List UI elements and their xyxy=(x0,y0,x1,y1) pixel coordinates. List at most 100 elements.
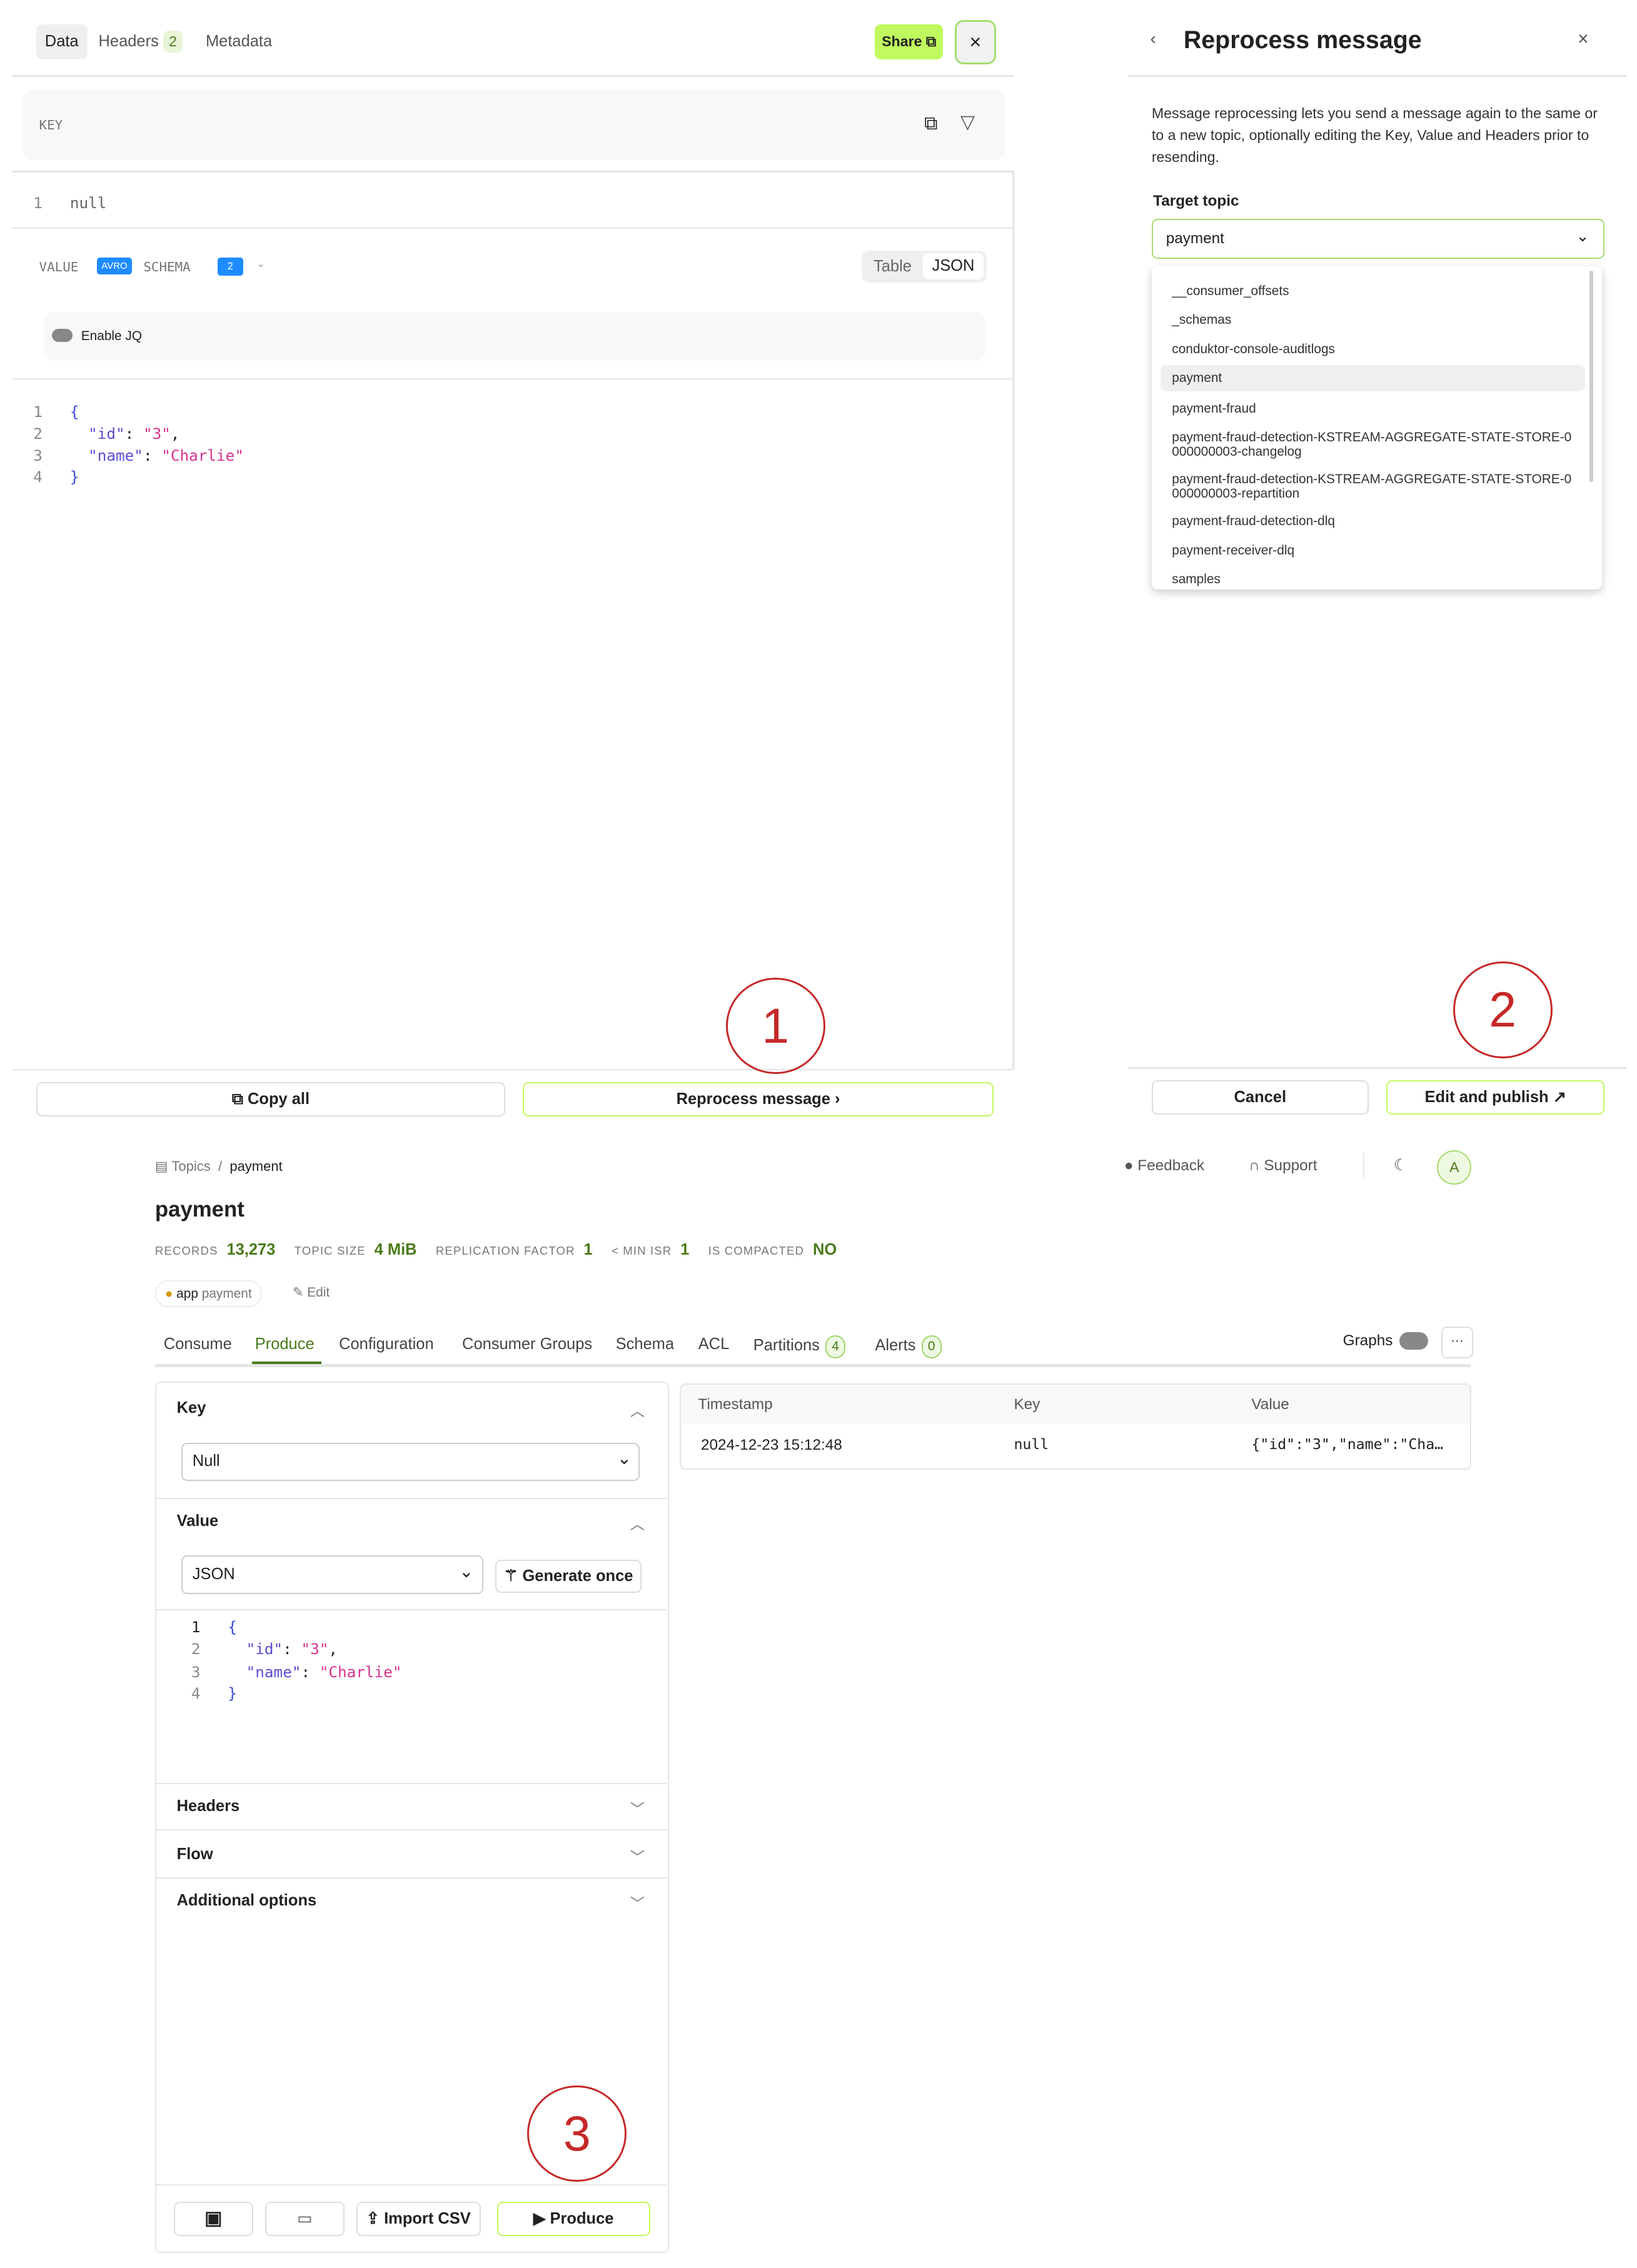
more-button[interactable]: ··· xyxy=(1441,1327,1473,1358)
tab-partitions[interactable]: Partitions 4 xyxy=(753,1335,845,1358)
produce-button[interactable]: ▶ Produce xyxy=(496,2201,650,2236)
key-header: KEY ⧉ ▽ xyxy=(23,89,1005,159)
tab-consume[interactable]: Consume xyxy=(164,1335,232,1353)
breadcrumb: ▤ Topics / payment xyxy=(154,1158,283,1175)
topic-option[interactable]: payment-fraud-detection-KSTREAM-AGGREGAT… xyxy=(1161,427,1585,462)
dark-mode-icon[interactable]: ☾ xyxy=(1394,1156,1408,1175)
share-button[interactable]: Share ⧉ xyxy=(875,24,944,59)
annotation-2: 2 xyxy=(1453,961,1553,1058)
chevron-down-icon: ⌄ xyxy=(617,1448,632,1468)
headers-section-header[interactable]: Headers xyxy=(177,1797,240,1815)
tab-acl[interactable]: ACL xyxy=(698,1335,730,1353)
toggle-json[interactable]: JSON xyxy=(922,253,984,280)
feedback-link[interactable]: ● Feedback xyxy=(1124,1157,1204,1175)
key-label: KEY xyxy=(39,117,63,133)
chat-icon: ● xyxy=(1124,1157,1134,1175)
chevron-down-icon[interactable]: ﹀ xyxy=(630,1892,645,1913)
jq-label: Enable JQ xyxy=(81,328,143,343)
topic-option[interactable]: payment-fraud-detection-KSTREAM-AGGREGAT… xyxy=(1161,469,1585,504)
edit-and-publish-button[interactable]: Edit and publish ↗ xyxy=(1386,1080,1605,1115)
import-csv-button[interactable]: ⇪ Import CSV xyxy=(356,2201,481,2236)
copy-all-button[interactable]: ⧉ Copy all xyxy=(36,1081,505,1116)
breadcrumb-current: payment xyxy=(229,1158,283,1175)
filter-icon[interactable]: ▽ xyxy=(960,111,975,133)
schema-label: SCHEMA xyxy=(143,259,191,274)
cancel-button[interactable]: Cancel xyxy=(1151,1080,1369,1115)
back-icon[interactable]: ‹ xyxy=(1151,29,1156,49)
close-button[interactable]: × xyxy=(954,20,996,65)
produce-form xyxy=(154,1382,669,2254)
tab-consumer-groups[interactable]: Consumer Groups xyxy=(462,1335,592,1353)
table-header: Timestamp Key Value xyxy=(680,1384,1471,1424)
toggle-table[interactable]: Table xyxy=(874,258,912,276)
tab-metadata[interactable]: Metadata xyxy=(197,24,281,59)
chevron-up-icon[interactable]: ︿ xyxy=(630,1399,645,1420)
templates-button[interactable]: ▭ xyxy=(264,2201,345,2236)
edit-labels-button[interactable]: ✎ Edit xyxy=(293,1285,330,1300)
graphs-toggle[interactable] xyxy=(1399,1332,1429,1350)
key-value: null xyxy=(69,194,107,213)
topic-dropdown: __consumer_offsets _schemas conduktor-co… xyxy=(1151,266,1603,590)
target-topic-label: Target topic xyxy=(1153,193,1239,210)
upload-icon: ⇪ xyxy=(366,2209,380,2227)
magic-wand-icon: ⚚ xyxy=(503,1567,518,1585)
save-button[interactable]: ▣ xyxy=(174,2201,253,2236)
value-section-header[interactable]: Value xyxy=(177,1512,219,1530)
key-type-select[interactable]: Null ⌄ xyxy=(181,1442,640,1482)
avro-badge: AVRO xyxy=(97,258,132,274)
topic-stats: RECORDS 13,273 TOPIC SIZE 4 MiB REPLICATIO… xyxy=(154,1241,837,1259)
panel-description: Message reprocessing lets you send a mes… xyxy=(1151,105,1598,165)
annotation-1: 1 xyxy=(725,977,825,1075)
scrollbar[interactable] xyxy=(1589,271,1594,483)
chevron-down-icon: ⌄ xyxy=(459,1562,474,1582)
topic-option[interactable]: _schemas xyxy=(1161,310,1585,330)
graphs-label: Graphs xyxy=(1342,1332,1393,1350)
tab-alerts[interactable]: Alerts 0 xyxy=(875,1335,942,1358)
value-type-select[interactable]: JSON ⌄ xyxy=(181,1555,484,1595)
headset-icon: ∩ xyxy=(1249,1157,1260,1175)
support-link[interactable]: ∩ Support xyxy=(1249,1157,1317,1175)
tab-configuration[interactable]: Configuration xyxy=(339,1335,434,1353)
external-link-icon: ⧉ xyxy=(925,33,937,50)
reprocess-message-button[interactable]: Reprocess message › xyxy=(523,1081,994,1116)
panel-title: Reprocess message xyxy=(1183,26,1422,54)
additional-options-header[interactable]: Additional options xyxy=(177,1892,317,1910)
folder-icon: ▭ xyxy=(297,2209,313,2227)
target-topic-select[interactable]: payment ⌄ xyxy=(1151,218,1605,259)
page-title: payment xyxy=(154,1197,244,1222)
tab-schema[interactable]: Schema xyxy=(616,1335,674,1353)
schema-version-select[interactable]: 2 xyxy=(217,258,243,276)
play-icon: ▶ xyxy=(533,2209,546,2227)
breadcrumb-topics[interactable]: Topics xyxy=(171,1158,210,1174)
value-label: VALUE xyxy=(39,259,79,274)
chevron-up-icon[interactable]: ︿ xyxy=(630,1512,645,1533)
topic-option-selected[interactable]: payment xyxy=(1160,364,1585,391)
copy-icon: ⧉ xyxy=(231,1090,243,1108)
topic-option[interactable]: payment-fraud-detection-dlq xyxy=(1161,511,1585,531)
chevron-down-icon[interactable]: ﹀ xyxy=(630,1845,645,1867)
copy-icon[interactable]: ⧉ xyxy=(924,113,938,135)
tab-headers[interactable]: Headers 2 xyxy=(90,24,191,59)
avatar[interactable]: A xyxy=(1437,1150,1472,1185)
headers-count-badge: 2 xyxy=(163,31,183,53)
generate-once-button[interactable]: ⚚ Generate once xyxy=(495,1560,642,1593)
results-table: Timestamp Key Value 2024-12-23 15:12:48 … xyxy=(679,1383,1472,1470)
topic-option[interactable]: samples xyxy=(1161,569,1585,589)
topic-option[interactable]: payment-fraud xyxy=(1161,398,1585,418)
line-number: 1 xyxy=(33,194,43,213)
chevron-down-icon[interactable]: ﹀ xyxy=(630,1797,645,1819)
flow-section-header[interactable]: Flow xyxy=(177,1845,213,1864)
chevron-down-icon: ⌄ xyxy=(1576,228,1589,246)
tab-produce[interactable]: Produce xyxy=(255,1335,315,1353)
topic-option[interactable]: conduktor-console-auditlogs xyxy=(1161,339,1585,359)
view-toggle: Table JSON xyxy=(862,250,987,283)
topic-option[interactable]: __consumer_offsets xyxy=(1161,281,1585,301)
jq-toggle[interactable] xyxy=(52,328,73,342)
jq-bar: Enable JQ xyxy=(43,313,985,361)
key-section-header[interactable]: Key xyxy=(177,1399,206,1417)
table-row[interactable]: 2024-12-23 15:12:48 null {"id":"3","name… xyxy=(681,1423,1471,1468)
tab-data[interactable]: Data xyxy=(36,24,88,59)
close-icon[interactable]: × xyxy=(1578,29,1589,50)
chevron-down-icon[interactable]: ⌄ xyxy=(256,258,265,270)
topic-option[interactable]: payment-receiver-dlq xyxy=(1161,540,1585,560)
